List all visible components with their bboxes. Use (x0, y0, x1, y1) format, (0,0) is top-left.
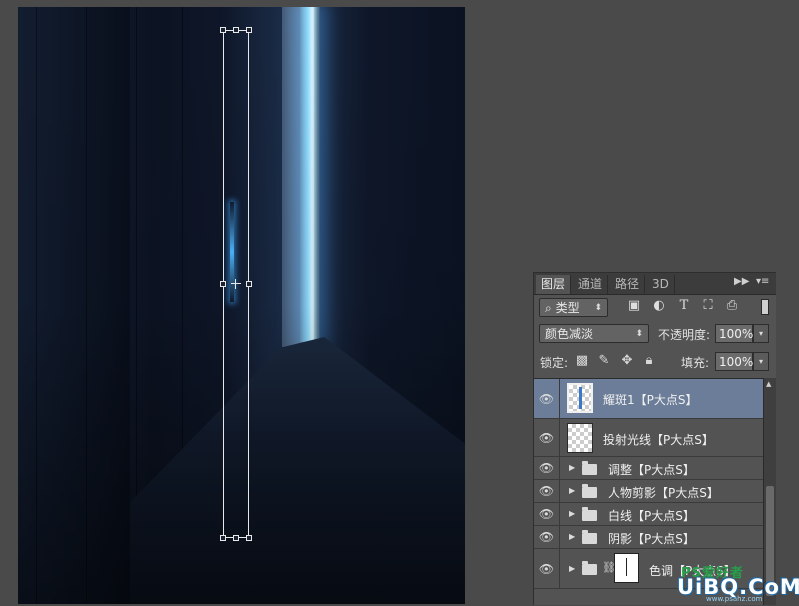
transform-reference-point-icon[interactable] (231, 279, 241, 289)
layers-panel: 图层 通道 路径 3D ▶▶ ▾≡ ⌕ 类型 ⬍ ▣ ◐ T ⛶ ⎙ 颜色减淡 … (533, 272, 776, 605)
chevron-updown-icon: ⬍ (594, 303, 602, 313)
layer-filter-row: ⌕ 类型 ⬍ ▣ ◐ T ⛶ ⎙ (534, 297, 776, 319)
layer-name: 耀斑1【P大点S】 (603, 393, 698, 407)
scroll-up-arrow-icon[interactable]: ▲ (766, 380, 771, 388)
visibility-eye-icon[interactable]: 👁︎ (534, 480, 560, 502)
filter-pixel-icon[interactable]: ▣ (626, 298, 642, 313)
expand-triangle-icon[interactable]: ▶ (569, 564, 575, 573)
layer-group-silhouette[interactable]: 👁︎ ▶ 人物剪影【P大点S】 (534, 480, 763, 503)
expand-triangle-icon[interactable]: ▶ (569, 509, 575, 518)
layer-row-cast-light[interactable]: 👁︎ 投射光线【P大点S】 (534, 419, 763, 457)
fill-slider-button[interactable]: ▾ (753, 352, 769, 371)
panel-tab-bar: 图层 通道 路径 3D ▶▶ ▾≡ (534, 273, 776, 295)
site-watermark: PS爱好者 UiBQ.CoM www.psahz.com (669, 562, 799, 603)
lock-all-icon[interactable]: 🔒︎ (641, 353, 657, 368)
filter-shape-icon[interactable]: ⛶ (700, 298, 716, 313)
blend-mode-dropdown[interactable]: 颜色减淡 ⬍ (539, 324, 649, 343)
tab-3d[interactable]: 3D (647, 275, 675, 294)
search-icon: ⌕ (545, 301, 552, 315)
visibility-eye-icon[interactable]: 👁︎ (534, 419, 560, 456)
blend-row: 颜色减淡 ⬍ 不透明度: 100% ▾ (534, 323, 776, 345)
layer-name: 人物剪影【P大点S】 (608, 486, 719, 500)
lock-row: 锁定: ▩ ✎ ✥ 🔒︎ 填充: 100% ▾ (534, 351, 776, 373)
visibility-eye-icon[interactable]: 👁︎ (534, 379, 560, 418)
folder-icon (582, 507, 597, 521)
tab-channels[interactable]: 通道 (573, 275, 609, 294)
expand-triangle-icon[interactable]: ▶ (569, 486, 575, 495)
transform-handle-top-middle[interactable] (233, 27, 239, 33)
transform-handle-bottom-right[interactable] (246, 535, 252, 541)
transform-handle-middle-left[interactable] (220, 281, 226, 287)
transform-handle-top-right[interactable] (246, 27, 252, 33)
folder-icon (582, 561, 597, 575)
watermark-url: www.psahz.com (706, 595, 763, 603)
filter-toggle-switch[interactable] (761, 299, 769, 315)
folder-icon (582, 530, 597, 544)
transform-handle-bottom-left[interactable] (220, 535, 226, 541)
visibility-eye-icon[interactable]: 👁︎ (534, 549, 560, 588)
fill-input[interactable]: 100% (715, 352, 753, 371)
opacity-input[interactable]: 100% (715, 324, 753, 343)
filter-type-icon[interactable]: T (676, 298, 692, 313)
transform-handle-top-left[interactable] (220, 27, 226, 33)
layer-thumbnail (567, 383, 593, 413)
panel-menu-icon[interactable]: ▾≡ (756, 276, 769, 287)
blend-mode-value: 颜色减淡 (545, 327, 594, 341)
layer-group-white-line[interactable]: 👁︎ ▶ 白线【P大点S】 (534, 503, 763, 526)
lock-transparent-pixels-icon[interactable]: ▩ (574, 353, 590, 368)
layer-row-flare[interactable]: 👁︎ 耀斑1【P大点S】 (534, 379, 763, 419)
visibility-eye-icon[interactable]: 👁︎ (534, 503, 560, 525)
expand-triangle-icon[interactable]: ▶ (569, 532, 575, 541)
folder-icon (582, 484, 597, 498)
layer-name: 投射光线【P大点S】 (603, 433, 714, 447)
visibility-eye-icon[interactable]: 👁︎ (534, 526, 560, 548)
filter-kind-dropdown[interactable]: ⌕ 类型 ⬍ (539, 298, 608, 317)
collapse-panel-icon[interactable]: ▶▶ (734, 276, 749, 287)
chevron-updown-icon: ⬍ (635, 329, 643, 339)
lock-label: 锁定: (540, 356, 569, 370)
layer-name: 白线【P大点S】 (608, 509, 695, 523)
filter-adjustment-icon[interactable]: ◐ (651, 298, 667, 313)
tab-paths[interactable]: 路径 (610, 275, 646, 294)
expand-triangle-icon[interactable]: ▶ (569, 463, 575, 472)
layer-group-shadow[interactable]: 👁︎ ▶ 阴影【P大点S】 (534, 526, 763, 549)
layer-thumbnail (567, 423, 593, 453)
tab-layers[interactable]: 图层 (536, 275, 572, 294)
layer-name: 调整【P大点S】 (608, 463, 695, 477)
layer-group-adjust[interactable]: 👁︎ ▶ 调整【P大点S】 (534, 457, 763, 480)
filter-kind-label: 类型 (555, 301, 580, 315)
filter-smart-object-icon[interactable]: ⎙ (724, 298, 740, 313)
fill-label: 填充: (681, 356, 710, 370)
opacity-slider-button[interactable]: ▾ (753, 324, 769, 343)
lock-image-pixels-icon[interactable]: ✎ (596, 353, 612, 368)
visibility-eye-icon[interactable]: 👁︎ (534, 457, 560, 479)
layer-name: 阴影【P大点S】 (608, 532, 695, 546)
folder-icon (582, 461, 597, 475)
transform-handle-bottom-middle[interactable] (233, 535, 239, 541)
layer-mask-thumbnail[interactable] (614, 553, 639, 583)
opacity-label: 不透明度: (658, 328, 711, 342)
lock-position-icon[interactable]: ✥ (619, 353, 635, 368)
transform-handle-middle-right[interactable] (246, 281, 252, 287)
